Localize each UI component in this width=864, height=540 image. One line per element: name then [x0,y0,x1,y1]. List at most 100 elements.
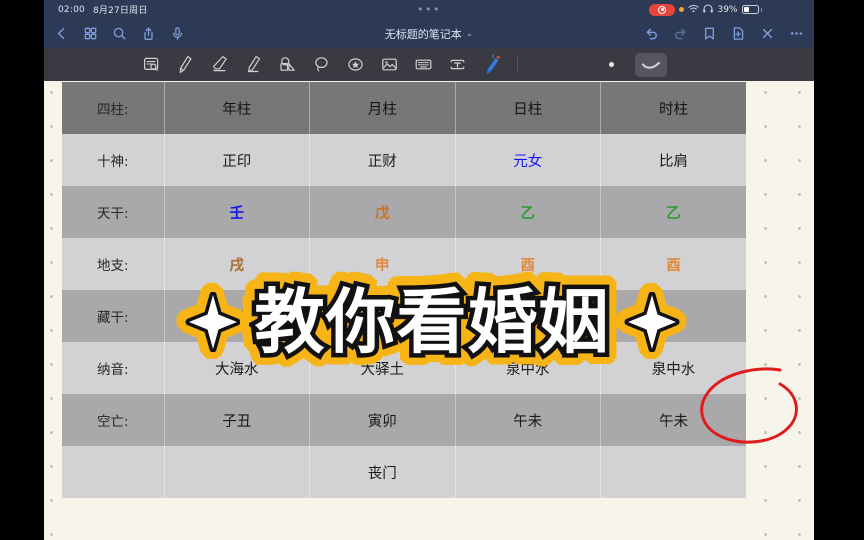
table-cell [600,446,746,498]
notebook-page[interactable]: 四柱: 年柱 月柱 日柱 时柱 十神: 正印 正财 元女 比肩 天干: 壬戊乙乙地支: 戌申酉酉藏干: 辛… [44,81,814,540]
text-scan-icon[interactable] [134,52,168,78]
chevron-down-icon[interactable]: ⌄ [466,29,474,39]
table-cell: 泉中水 [600,342,746,394]
table-cell: 辛 [455,290,601,342]
page-dot [50,261,53,264]
table-cell: 正印 [164,134,310,186]
page-dot [764,533,767,536]
table-cell: 戌 [164,238,310,290]
table-cell: 大海水 [164,342,310,394]
page-dot [798,431,801,434]
page-dot [50,499,53,502]
table-cell: 乙 [600,186,746,238]
table-cell: 酉 [455,238,601,290]
page-dot [50,329,53,332]
keyboard-icon[interactable] [406,52,440,78]
page-dot [50,363,53,366]
table-row: 丧门 [62,446,746,498]
image-icon[interactable] [372,52,406,78]
table-cell: 乙 [455,186,601,238]
table-cell: 辛 [600,290,746,342]
pen-icon[interactable] [168,52,202,78]
redo-icon[interactable] [673,26,688,41]
page-dot [764,295,767,298]
table-cell: 元女 [455,134,601,186]
page-dot [50,533,53,536]
apple-pencil-icon[interactable] [474,52,508,78]
privacy-indicator-dot-icon [679,7,685,12]
star-badge-icon[interactable] [338,52,372,78]
table-cell: 戊壬庚 [309,290,456,342]
page-dot [50,125,53,128]
color-swatch-button[interactable] [609,62,614,67]
highlighter-icon[interactable] [236,52,270,78]
page-dot [764,125,767,128]
stroke-style-button[interactable] [635,52,667,77]
table-row: 纳音: 大海水 大驿土 泉中水 泉中水 [62,342,746,394]
page-dot [798,329,801,332]
table-cell: 申 [309,238,456,290]
page-dot [764,329,767,332]
page-dot [764,431,767,434]
close-x-icon[interactable] [760,26,775,41]
text-box-icon[interactable] [440,52,474,78]
table-cell: 比肩 [600,134,746,186]
undo-icon[interactable] [644,26,659,41]
page-dot [798,499,801,502]
table-cell: 戊 [309,186,456,238]
drawing-toolbar [44,48,814,81]
page-dot [50,193,53,196]
bazi-table: 四柱: 年柱 月柱 日柱 时柱 十神: 正印 正财 元女 比肩 天干: 壬戊乙乙地支: 戌申酉酉藏干: 辛… [62,82,746,498]
more-ellipsis-icon[interactable] [789,26,804,41]
table-row: 天干: 壬戊乙乙 [62,186,746,238]
row-label: 空亡: [62,394,165,446]
toolbar-separator [517,56,518,73]
row-label: 纳音: [62,342,165,394]
page-dot [764,193,767,196]
page-dot [798,261,801,264]
page-dot [50,397,53,400]
page-dot [798,465,801,468]
table-row: 空亡: 子丑 寅卯 午未 午未 [62,394,746,446]
page-dot [764,227,767,230]
table-cell: 酉 [600,238,746,290]
page-dot [764,261,767,264]
record-indicator-icon[interactable] [649,3,676,16]
table-cell: 大驿土 [309,342,456,394]
navigation-bar: 无标题的笔记本 ⌄ [44,19,814,48]
add-page-icon[interactable] [731,26,746,41]
row-label: 地支: [62,238,165,290]
page-dot [764,397,767,400]
shapes-icon[interactable] [270,52,304,78]
battery-percent-label: 39% [717,4,738,15]
table-cell: 午未 [455,394,601,446]
page-dot [50,465,53,468]
page-dot [50,431,53,434]
bookmark-icon[interactable] [702,26,717,41]
navbar-right-group [644,26,804,41]
table-cell: 正财 [309,134,456,186]
bazi-table-body: 四柱: 年柱 月柱 日柱 时柱 十神: 正印 正财 元女 比肩 天干: 壬戊乙乙地支: 戌申酉酉藏干: 辛… [62,82,746,498]
table-cell [164,446,310,498]
page-dot [798,193,801,196]
eraser-icon[interactable] [202,52,236,78]
page-dot [764,91,767,94]
page-dot [50,227,53,230]
table-cell: 日柱 [455,82,601,134]
page-dot [798,295,801,298]
row-label: 天干: [62,186,165,238]
table-cell: 泉中水 [455,342,601,394]
page-dot [798,91,801,94]
lasso-icon[interactable] [304,52,338,78]
table-cell: 子丑 [164,394,310,446]
page-dot [798,397,801,400]
table-cell: 寅卯 [309,394,456,446]
page-dot [798,363,801,366]
table-cell: 年柱 [164,82,310,134]
table-cell: 时柱 [600,82,746,134]
status-bar-right: 39% [649,3,762,16]
table-row: 藏干: 辛丁戊 戊壬庚辛辛 [62,290,746,342]
row-label: 四柱: [62,82,165,134]
page-dot [764,159,767,162]
row-label [62,446,165,498]
